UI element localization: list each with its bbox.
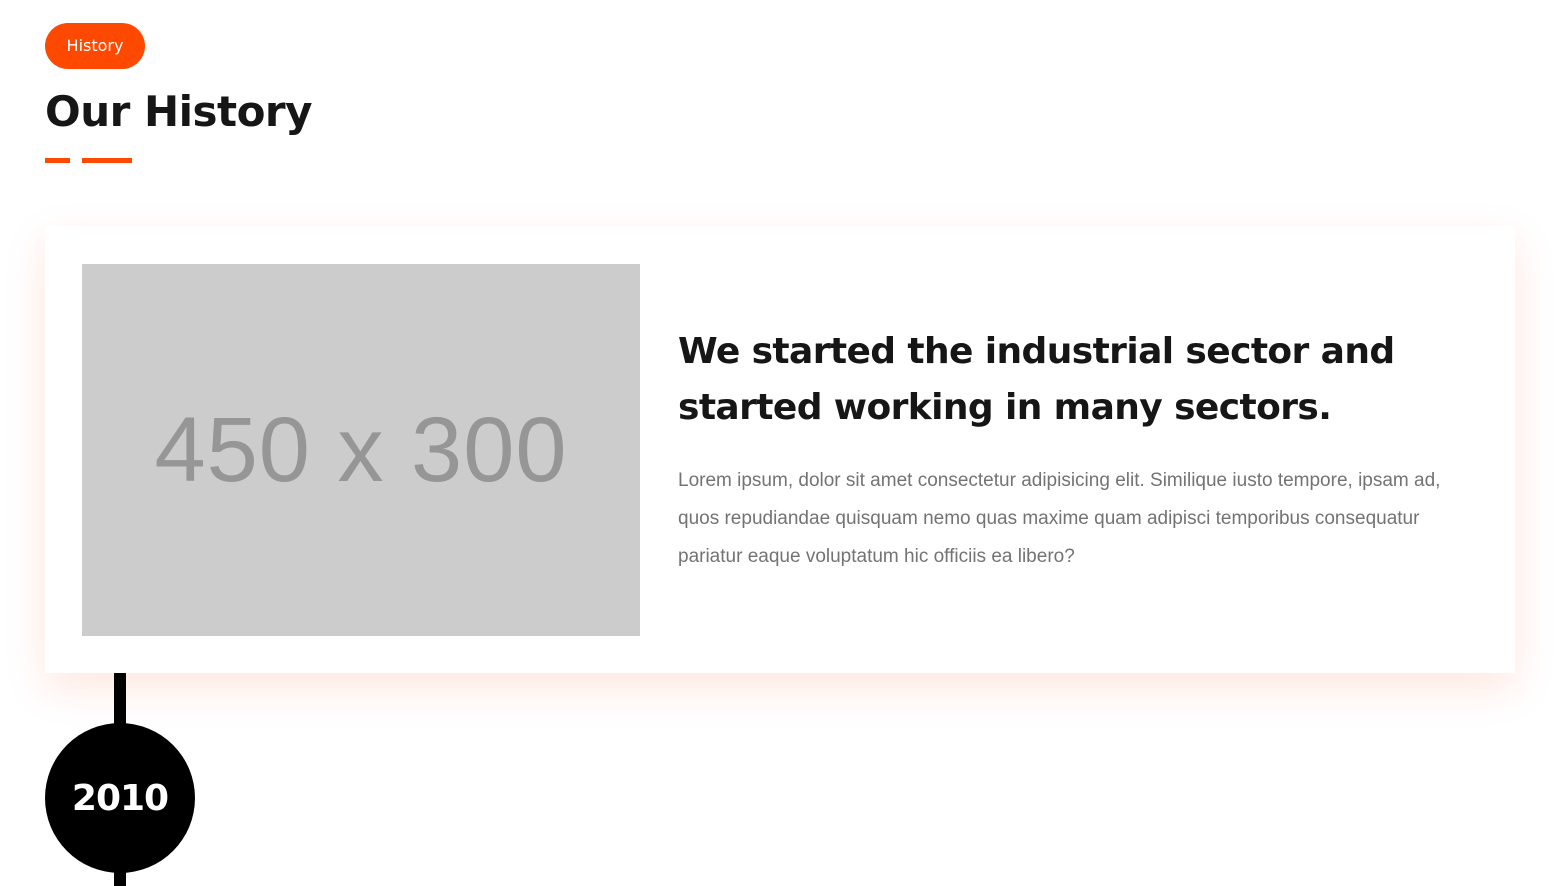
history-card-text: Lorem ipsum, dolor sit amet consectetur … <box>678 470 1441 567</box>
timeline-year-circle: 2010 <box>45 723 195 873</box>
section-badge: History <box>45 23 145 69</box>
title-underline-short <box>45 158 70 163</box>
title-underline-long <box>82 158 132 163</box>
history-image-placeholder: 450 x 300 <box>82 264 640 636</box>
history-card: 450 x 300 We started the industrial sect… <box>45 226 1515 673</box>
section-title: Our History <box>45 87 313 136</box>
history-card-heading: We started the industrial sector and sta… <box>678 331 1395 428</box>
image-placeholder-label: 450 x 300 <box>154 398 568 501</box>
timeline-year-label: 2010 <box>71 777 169 819</box>
